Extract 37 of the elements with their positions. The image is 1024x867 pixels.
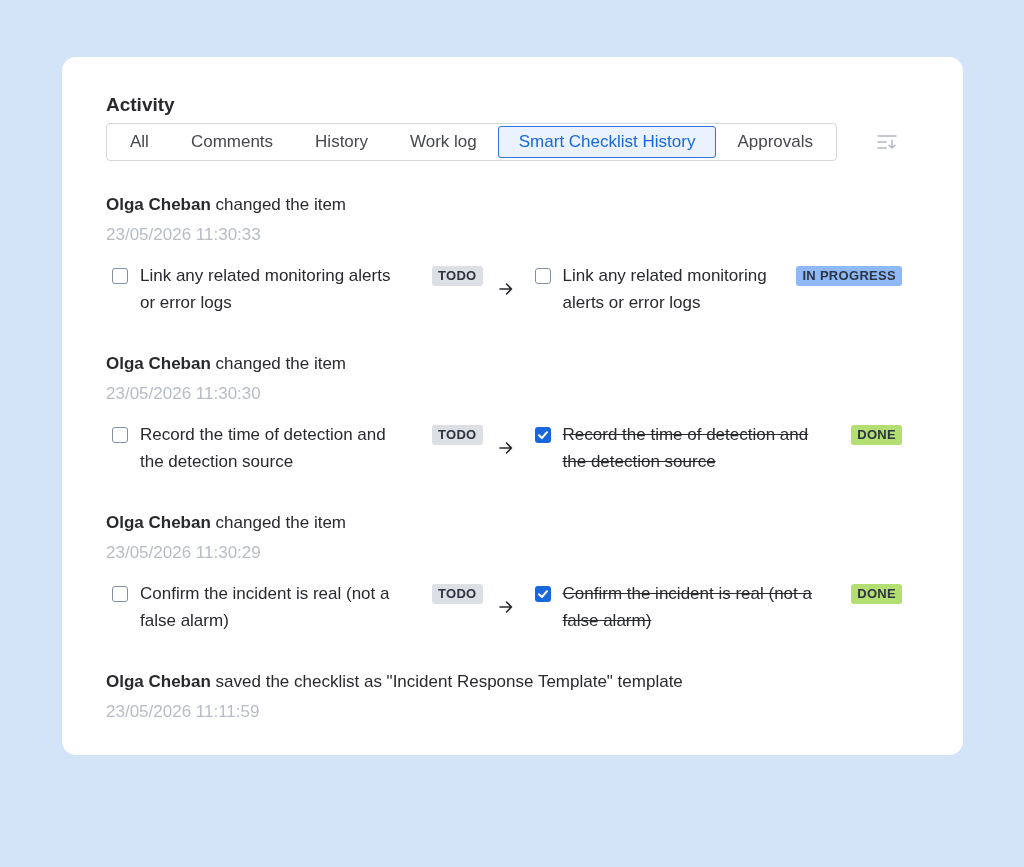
checkbox[interactable]: [534, 586, 551, 602]
tab[interactable]: Smart Checklist History: [497, 126, 717, 158]
tab[interactable]: History: [294, 126, 389, 158]
checklist-item-text: Link any related monitoring alerts or error logs: [140, 265, 392, 314]
activity-description: Olga Cheban changed the item: [106, 512, 347, 534]
arrow-right-icon: [498, 282, 513, 296]
activity-description: Olga Cheban changed the item: [106, 194, 347, 216]
tab[interactable]: Approvals: [716, 126, 834, 158]
checklist-item-text: Record the time of detection and the detection source: [562, 424, 810, 473]
tab[interactable]: Comments: [169, 126, 295, 158]
checklist-item-text: Link any related monitoring alerts or error logs: [562, 265, 768, 314]
timestamp: 23/05/2026 11:30:33: [106, 224, 262, 246]
checkbox[interactable]: [534, 268, 551, 284]
tab[interactable]: Work log: [389, 126, 498, 158]
checkbox[interactable]: [112, 427, 128, 443]
checklist-item-text: Confirm the incident is real (not a false alarm): [562, 583, 813, 632]
status-badge: TODO: [432, 584, 483, 604]
arrow-right-icon: [498, 441, 513, 455]
status-badge: TODO: [432, 266, 483, 286]
timestamp: 23/05/2026 11:11:59: [106, 701, 261, 723]
activity-description: Olga Cheban saved the checklist as "Incident Response Template" template: [106, 671, 684, 693]
status-badge: TODO: [432, 425, 483, 445]
checklist-item-text: Confirm the incident is real (not a false alarm): [140, 583, 391, 632]
sort-icon[interactable]: [877, 135, 897, 149]
section-title: Activity: [106, 93, 176, 117]
status-badge: DONE: [851, 425, 902, 445]
status-badge: IN PROGRESS: [796, 266, 902, 286]
tab[interactable]: All: [109, 126, 170, 158]
checkbox[interactable]: [112, 268, 128, 284]
timestamp: 23/05/2026 11:30:29: [106, 542, 262, 564]
checklist-item-text: Record the time of detection and the detection source: [140, 424, 387, 473]
arrow-right-icon: [498, 600, 513, 614]
checkbox[interactable]: [112, 586, 128, 602]
activity-description: Olga Cheban changed the item: [106, 353, 347, 375]
timestamp: 23/05/2026 11:30:30: [106, 383, 262, 405]
checkbox[interactable]: [534, 427, 551, 443]
status-badge: DONE: [851, 584, 902, 604]
